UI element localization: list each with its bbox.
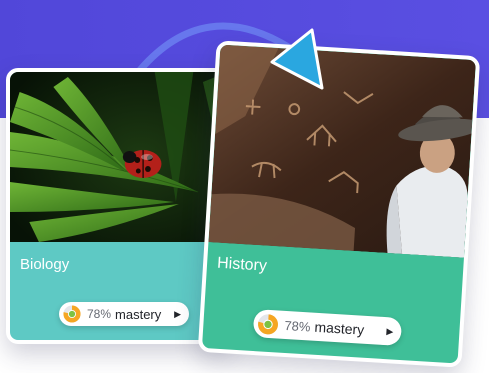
subject-title-history: History bbox=[216, 254, 268, 275]
mastery-percent-biology: 78% bbox=[87, 307, 112, 321]
mastery-button-history[interactable]: 78% mastery ▶ bbox=[252, 309, 403, 347]
mastery-label-biology: mastery bbox=[115, 306, 162, 322]
mastery-button-biology[interactable]: 78% mastery ▶ bbox=[59, 302, 189, 326]
petroglyph-explorer-photo bbox=[208, 44, 477, 258]
ladybug-photo bbox=[10, 72, 228, 242]
mastery-label-history: mastery bbox=[314, 318, 365, 338]
mastery-progress-ring-icon bbox=[258, 313, 279, 334]
history-card[interactable]: History 78% mastery ▶ bbox=[197, 40, 481, 368]
play-icon: ▶ bbox=[174, 308, 181, 319]
biology-card[interactable]: Biology 78% mastery ▶ bbox=[6, 68, 232, 344]
mastery-percent-history: 78% bbox=[284, 317, 311, 334]
play-icon: ▶ bbox=[386, 325, 394, 337]
mastery-progress-ring-icon bbox=[63, 305, 81, 323]
subject-title-biology: Biology bbox=[20, 256, 70, 273]
